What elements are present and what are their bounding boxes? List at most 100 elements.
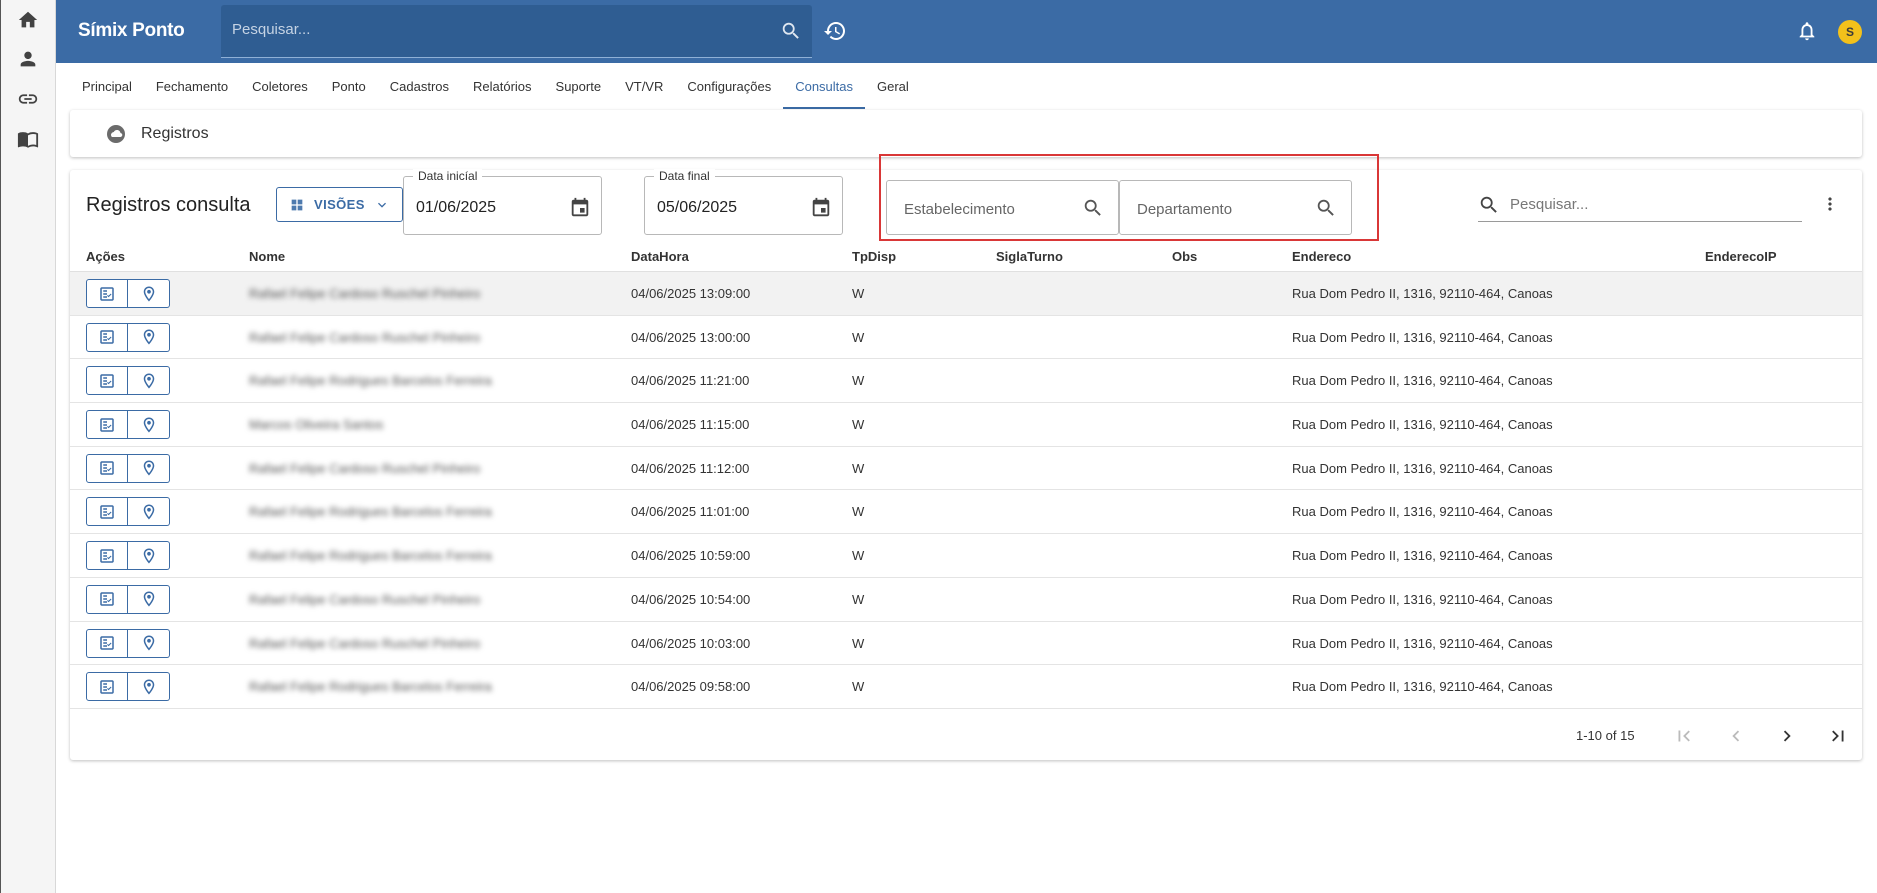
table-row[interactable]: Rafael Felipe Rodrigues Barcelos Ferreir… [70, 359, 1862, 404]
column-header-endereco[interactable]: Endereco [1292, 249, 1351, 264]
location-pin-icon[interactable] [128, 497, 170, 527]
row-actions [86, 584, 170, 614]
link-icon[interactable] [15, 86, 41, 112]
details-list-icon[interactable] [86, 366, 128, 396]
cell-nome: Rafael Felipe Cardoso Ruschel Pinheiro [249, 635, 481, 651]
tab-ponto[interactable]: Ponto [320, 63, 378, 109]
tab-cadastros[interactable]: Cadastros [378, 63, 461, 109]
row-actions [86, 366, 170, 396]
column-header-nome[interactable]: Nome [249, 249, 285, 264]
location-pin-icon[interactable] [128, 672, 170, 702]
tab-geral[interactable]: Geral [865, 63, 921, 109]
tab-configura-es[interactable]: Configurações [675, 63, 783, 109]
cell-tpdisp: W [852, 548, 865, 564]
app-title[interactable]: Símix Ponto [78, 20, 185, 42]
cell-tpdisp: W [852, 460, 865, 476]
search-icon [1478, 194, 1500, 216]
search-icon[interactable] [780, 20, 802, 42]
book-icon[interactable] [15, 126, 41, 152]
search-icon[interactable] [1315, 197, 1337, 219]
search-icon[interactable] [1082, 197, 1104, 219]
column-header-siglaturno[interactable]: SiglaTurno [996, 249, 1063, 264]
estabelecimento-field[interactable] [886, 180, 1119, 235]
calendar-icon[interactable] [810, 197, 832, 219]
column-header-enderecoip[interactable]: EnderecoIP [1705, 249, 1777, 264]
column-header-obs[interactable]: Obs [1172, 249, 1197, 264]
breadcrumb-label[interactable]: Registros [141, 125, 209, 143]
date-start-legend: Data inicíal [413, 169, 483, 183]
home-icon[interactable] [15, 7, 41, 33]
cell-endereco: Rua Dom Pedro II, 1316, 92110-464, Canoa… [1292, 286, 1553, 301]
cell-nome: Rafael Felipe Rodrigues Barcelos Ferreir… [249, 679, 492, 695]
details-list-icon[interactable] [86, 453, 128, 483]
row-actions [86, 628, 170, 658]
column-header-datahora[interactable]: DataHora [631, 249, 689, 264]
details-list-icon[interactable] [86, 672, 128, 702]
table-row[interactable]: Rafael Felipe Cardoso Ruschel Pinheiro 04… [70, 622, 1862, 666]
tab-coletores[interactable]: Coletores [240, 63, 320, 109]
history-icon[interactable] [823, 19, 847, 43]
prev-page-icon[interactable] [1725, 725, 1747, 747]
calendar-icon[interactable] [569, 197, 591, 219]
cell-nome: Rafael Felipe Cardoso Ruschel Pinheiro [249, 329, 481, 345]
location-pin-icon[interactable] [128, 628, 170, 658]
column-header-tpdisp[interactable]: TpDisp [852, 249, 896, 264]
tab-consultas[interactable]: Consultas [783, 63, 866, 109]
location-pin-icon[interactable] [128, 322, 170, 352]
left-rail [0, 0, 56, 893]
details-list-icon[interactable] [86, 279, 128, 308]
table-row[interactable]: Rafael Felipe Rodrigues Barcelos Ferreir… [70, 490, 1862, 535]
table-row[interactable]: Rafael Felipe Cardoso Ruschel Pinheiro 04… [70, 316, 1862, 360]
details-list-icon[interactable] [86, 497, 128, 527]
top-search-box[interactable] [221, 5, 812, 58]
last-page-icon[interactable] [1827, 725, 1849, 747]
table-row[interactable]: Marcos Oliveira Santos 04/06/2025 11:15:0… [70, 403, 1862, 447]
table-header: Ações Nome DataHora TpDisp SiglaTurno Ob… [70, 242, 1862, 272]
avatar[interactable]: S [1838, 20, 1862, 44]
table-row[interactable]: Rafael Felipe Rodrigues Barcelos Ferreir… [70, 665, 1862, 709]
table-row[interactable]: Rafael Felipe Cardoso Ruschel Pinheiro 04… [70, 578, 1862, 622]
cell-tpdisp: W [852, 635, 865, 651]
estabelecimento-input[interactable] [904, 201, 1074, 218]
bell-icon[interactable] [1796, 20, 1818, 42]
table-search[interactable] [1478, 188, 1802, 222]
table-row[interactable]: Rafael Felipe Cardoso Ruschel Pinheiro 04… [70, 272, 1862, 316]
details-list-icon[interactable] [86, 584, 128, 614]
details-list-icon[interactable] [86, 628, 128, 658]
first-page-icon[interactable] [1673, 725, 1695, 747]
location-pin-icon[interactable] [128, 366, 170, 396]
location-pin-icon[interactable] [128, 453, 170, 483]
next-page-icon[interactable] [1776, 725, 1798, 747]
departamento-input[interactable] [1137, 201, 1307, 218]
row-actions [86, 541, 170, 571]
visoes-button[interactable]: VISÕES [276, 187, 403, 222]
person-icon[interactable] [15, 46, 41, 72]
location-pin-icon[interactable] [128, 541, 170, 571]
details-list-icon[interactable] [86, 541, 128, 571]
top-search-input[interactable] [232, 21, 762, 38]
tab-relat-rios[interactable]: Relatórios [461, 63, 544, 109]
row-actions [86, 453, 170, 483]
row-actions [86, 279, 170, 308]
table-search-input[interactable] [1510, 196, 1790, 213]
cell-datahora: 04/06/2025 13:09:00 [631, 286, 751, 301]
tab-principal[interactable]: Principal [70, 63, 144, 109]
date-end-field[interactable]: Data final [644, 169, 843, 235]
location-pin-icon[interactable] [128, 279, 170, 308]
cell-nome: Rafael Felipe Rodrigues Barcelos Ferreir… [249, 504, 492, 520]
tab-suporte[interactable]: Suporte [544, 63, 614, 109]
cell-datahora: 04/06/2025 10:54:00 [631, 591, 751, 607]
tab-vt-vr[interactable]: VT/VR [613, 63, 675, 109]
tab-fechamento[interactable]: Fechamento [144, 63, 240, 109]
location-pin-icon[interactable] [128, 410, 170, 440]
table-row[interactable]: Rafael Felipe Cardoso Ruschel Pinheiro 04… [70, 447, 1862, 491]
departamento-field[interactable] [1119, 180, 1352, 235]
column-header-acoes[interactable]: Ações [86, 249, 125, 264]
date-start-field[interactable]: Data inicíal [403, 169, 602, 235]
cloud-icon [106, 124, 126, 144]
location-pin-icon[interactable] [128, 584, 170, 614]
details-list-icon[interactable] [86, 410, 128, 440]
more-vert-icon[interactable] [1820, 194, 1840, 214]
table-row[interactable]: Rafael Felipe Rodrigues Barcelos Ferreir… [70, 534, 1862, 578]
details-list-icon[interactable] [86, 322, 128, 352]
